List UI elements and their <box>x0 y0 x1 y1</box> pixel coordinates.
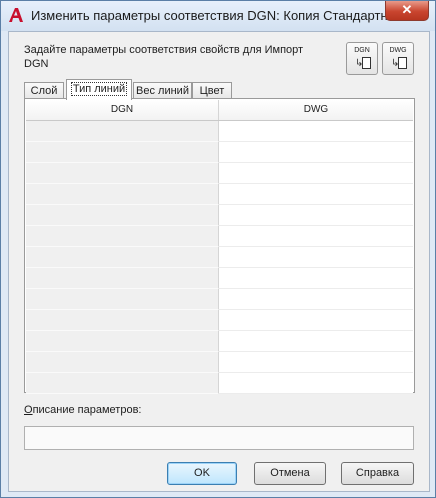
dwg-cell[interactable] <box>219 373 413 394</box>
tab-panel: DGN DWG <box>24 98 415 394</box>
grid-rows <box>26 121 413 394</box>
description-text: Задайте параметры соответствия свойств д… <box>24 44 304 70</box>
dwg-cell[interactable] <box>219 163 413 184</box>
dwg-cell[interactable] <box>219 121 413 142</box>
table-row[interactable] <box>26 289 413 310</box>
dwg-cell[interactable] <box>219 247 413 268</box>
table-row[interactable] <box>26 163 413 184</box>
dwg-caption: DWG <box>389 47 407 54</box>
column-header-dwg[interactable]: DWG <box>219 100 413 120</box>
tab-linetype-label: Тип линий <box>70 82 128 96</box>
dgn-cell <box>26 163 219 184</box>
dwg-cell[interactable] <box>219 142 413 163</box>
tab-lineweight[interactable]: Вес линий <box>133 82 192 99</box>
dgn-caption: DGN <box>354 47 370 54</box>
params-description-field[interactable] <box>24 426 414 450</box>
dgn-cell <box>26 289 219 310</box>
tab-linetype[interactable]: Тип линий <box>66 79 132 100</box>
dwg-cell[interactable] <box>219 184 413 205</box>
dgn-cell <box>26 142 219 163</box>
dgn-cell <box>26 184 219 205</box>
dwg-cell[interactable] <box>219 310 413 331</box>
document-icon <box>362 57 371 69</box>
dgn-mapping-button[interactable]: DGN ↳ <box>346 42 378 75</box>
table-row[interactable] <box>26 205 413 226</box>
params-label-rest: писание параметров: <box>32 404 142 416</box>
dialog-window: Изменить параметры соответствия DGN: Коп… <box>0 0 436 498</box>
document-icon <box>398 57 407 69</box>
table-row[interactable] <box>26 142 413 163</box>
table-row[interactable] <box>26 121 413 142</box>
table-row[interactable] <box>26 352 413 373</box>
table-row[interactable] <box>26 184 413 205</box>
column-header-dgn[interactable]: DGN <box>26 100 219 120</box>
dwg-cell[interactable] <box>219 205 413 226</box>
dgn-cell <box>26 247 219 268</box>
cancel-button[interactable]: Отмена <box>254 462 326 485</box>
dgn-cell <box>26 310 219 331</box>
dgn-cell <box>26 352 219 373</box>
dwg-cell[interactable] <box>219 226 413 247</box>
table-row[interactable] <box>26 373 413 394</box>
dgn-cell <box>26 331 219 352</box>
params-description-label: Описание параметров: <box>24 404 141 416</box>
dgn-cell <box>26 205 219 226</box>
dwg-cell[interactable] <box>219 268 413 289</box>
table-row[interactable] <box>26 247 413 268</box>
tab-color[interactable]: Цвет <box>192 82 232 99</box>
help-button[interactable]: Справка <box>341 462 414 485</box>
dgn-cell <box>26 268 219 289</box>
tab-layer[interactable]: Слой <box>24 82 64 99</box>
dwg-mapping-button[interactable]: DWG ↳ <box>382 42 414 75</box>
title-bar[interactable]: Изменить параметры соответствия DGN: Коп… <box>1 1 435 31</box>
autocad-logo-icon <box>9 8 23 22</box>
dgn-cell <box>26 121 219 142</box>
table-row[interactable] <box>26 268 413 289</box>
grid-header: DGN DWG <box>26 100 413 121</box>
window-title: Изменить параметры соответствия DGN: Коп… <box>31 8 405 23</box>
table-row[interactable] <box>26 226 413 247</box>
dgn-cell <box>26 373 219 394</box>
dialog-body: Задайте параметры соответствия свойств д… <box>8 31 430 492</box>
mapping-grid: DGN DWG <box>26 100 413 394</box>
table-row[interactable] <box>26 331 413 352</box>
params-label-accelerator: О <box>24 404 33 416</box>
ok-button[interactable]: OK <box>167 462 237 485</box>
dgn-cell <box>26 226 219 247</box>
table-row[interactable] <box>26 310 413 331</box>
dwg-cell[interactable] <box>219 331 413 352</box>
dwg-cell[interactable] <box>219 352 413 373</box>
dwg-cell[interactable] <box>219 289 413 310</box>
close-button[interactable]: ✕ <box>385 1 429 21</box>
